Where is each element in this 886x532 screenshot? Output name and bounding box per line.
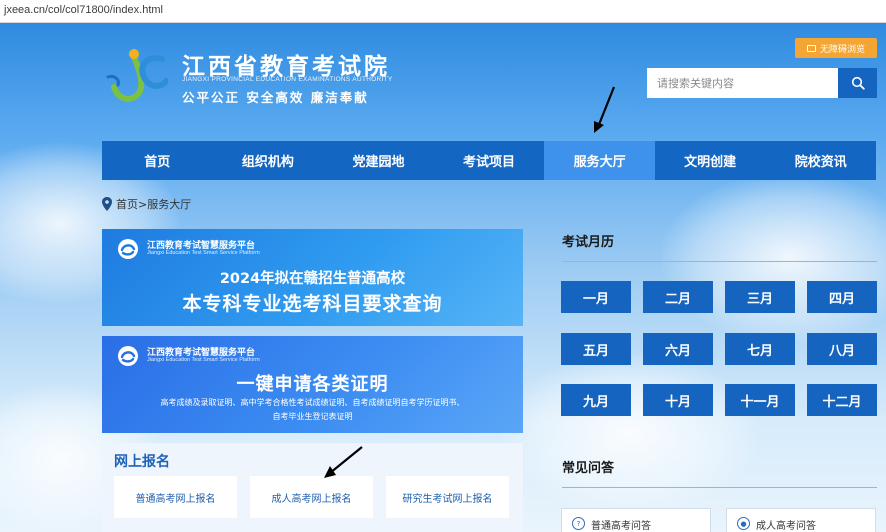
platform-name-english: Jiangxi Education Test Smart Service Pla… (147, 250, 260, 256)
divider (562, 261, 877, 262)
user-icon: ● (737, 517, 750, 530)
online-registration-title: 网上报名 (114, 454, 170, 470)
main-navigation: 首页 组织机构 党建园地 考试项目 服务大厅 文明创建 院校资讯 (102, 141, 876, 180)
browser-address-bar[interactable]: jxeea.cn/col/col71800/index.html (0, 0, 886, 23)
month-button-nov[interactable]: 十一月 (725, 384, 795, 416)
month-button-feb[interactable]: 二月 (643, 281, 713, 313)
banner-subheading: 本专科专业选考科目要求查询 (182, 293, 443, 315)
accessibility-mode-button[interactable]: 无障碍浏览 (795, 38, 877, 58)
month-button-jun[interactable]: 六月 (643, 333, 713, 365)
nav-item-party-building[interactable]: 党建园地 (323, 141, 434, 180)
exam-calendar-title: 考试月历 (562, 235, 615, 250)
banner-heading: 2024年拟在赣招生普通高校 (219, 271, 406, 287)
cloud-decoration (660, 173, 886, 343)
month-button-jan[interactable]: 一月 (561, 281, 631, 313)
nav-item-service-hall[interactable]: 服务大厅 (544, 141, 655, 180)
breadcrumb-text[interactable]: 首页>服务大厅 (116, 196, 191, 212)
gaokao-registration-button[interactable]: 普通高考网上报名 (114, 476, 237, 518)
faq-title: 常见问答 (562, 461, 615, 476)
question-icon: ? (572, 517, 585, 530)
divider (562, 487, 877, 488)
annotation-arrow-icon (324, 446, 363, 478)
certificate-application-banner[interactable]: 江西教育考试智慧服务平台 Jiangxi Education Test Smar… (102, 336, 523, 433)
smart-platform-logo-icon (118, 346, 138, 366)
month-button-may[interactable]: 五月 (561, 333, 631, 365)
url-text: jxeea.cn/col/col71800/index.html (4, 4, 163, 16)
site-slogan: 公平公正 安全高效 廉洁奉献 (182, 90, 369, 105)
banner-heading: 一键申请各类证明 (236, 374, 389, 395)
banner-description-line: 自考毕业生登记表证明 (272, 412, 353, 421)
month-button-jul[interactable]: 七月 (725, 333, 795, 365)
faq-item-adult-exam[interactable]: ● 成人高考问答 (726, 508, 876, 532)
accessibility-mode-label: 无障碍浏览 (819, 44, 865, 55)
search-icon (851, 76, 865, 90)
annotation-arrow-icon (594, 86, 616, 133)
site-title-english: JIANGXI PROVINCIAL EDUCATION EXAMINATION… (182, 76, 393, 83)
graduate-exam-registration-button[interactable]: 研究生考试网上报名 (386, 476, 509, 518)
search-button[interactable] (838, 68, 877, 98)
faq-item-gaokao[interactable]: ? 普通高考问答 (561, 508, 711, 532)
authority-logo[interactable] (104, 47, 168, 105)
cloud-decoration (500, 353, 760, 513)
adult-exam-registration-button[interactable]: 成人高考网上报名 (250, 476, 373, 518)
nav-item-home[interactable]: 首页 (102, 141, 213, 180)
banner-description: 高考成绩及录取证明、高中学考合格性考试成绩证明、自考成绩证明自考学历证明书、 自… (102, 396, 523, 424)
faq-item-label: 成人高考问答 (756, 521, 816, 532)
month-button-aug[interactable]: 八月 (807, 333, 877, 365)
faq-item-label: 普通高考问答 (591, 521, 651, 532)
month-button-dec[interactable]: 十二月 (807, 384, 877, 416)
month-button-oct[interactable]: 十月 (643, 384, 713, 416)
nav-item-college-news[interactable]: 院校资讯 (765, 141, 876, 180)
search-input[interactable] (647, 68, 837, 98)
month-button-sep[interactable]: 九月 (561, 384, 631, 416)
page-body: 江西省教育考试院 JIANGXI PROVINCIAL EDUCATION EX… (0, 23, 886, 532)
month-button-apr[interactable]: 四月 (807, 281, 877, 313)
subject-requirement-query-banner[interactable]: 江西教育考试智慧服务平台 Jiangxi Education Test Smar… (102, 229, 523, 326)
nav-item-civilization[interactable]: 文明创建 (655, 141, 766, 180)
monitor-icon (806, 44, 816, 52)
nav-item-organization[interactable]: 组织机构 (213, 141, 324, 180)
banner-description-line: 高考成绩及录取证明、高中学考合格性考试成绩证明、自考成绩证明自考学历证明书、 (160, 398, 465, 407)
month-button-mar[interactable]: 三月 (725, 281, 795, 313)
nav-item-exam-programs[interactable]: 考试项目 (434, 141, 545, 180)
search-box (647, 68, 838, 98)
smart-platform-logo-icon (118, 239, 138, 259)
location-pin-icon (102, 197, 112, 211)
breadcrumb: 首页>服务大厅 (102, 196, 191, 212)
platform-name-english: Jiangxi Education Test Smart Service Pla… (147, 357, 260, 363)
